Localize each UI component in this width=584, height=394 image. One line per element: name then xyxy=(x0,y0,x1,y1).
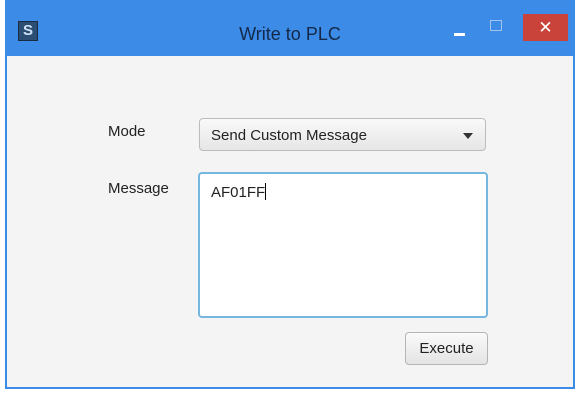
mode-dropdown-value: Send Custom Message xyxy=(211,127,367,144)
write-to-plc-window: S Write to PLC ✕ Mode Send Custom Messag… xyxy=(5,0,575,389)
title-bar[interactable]: S Write to PLC ✕ xyxy=(5,0,575,56)
message-textarea[interactable]: AF01FF xyxy=(198,172,488,318)
close-button[interactable]: ✕ xyxy=(523,14,568,41)
mode-dropdown[interactable]: Send Custom Message xyxy=(199,118,486,151)
message-label: Message xyxy=(108,180,169,197)
dialog-body: Mode Send Custom Message Message AF01FF … xyxy=(7,56,573,387)
mode-label: Mode xyxy=(108,123,146,140)
close-icon: ✕ xyxy=(538,18,553,37)
text-caret xyxy=(265,183,267,200)
message-textarea-value: AF01FF xyxy=(211,183,267,201)
minimize-button[interactable] xyxy=(445,21,473,39)
chevron-down-icon xyxy=(463,133,473,139)
message-text: AF01FF xyxy=(211,184,266,201)
execute-button[interactable]: Execute xyxy=(405,332,488,365)
maximize-button[interactable] xyxy=(482,16,510,38)
